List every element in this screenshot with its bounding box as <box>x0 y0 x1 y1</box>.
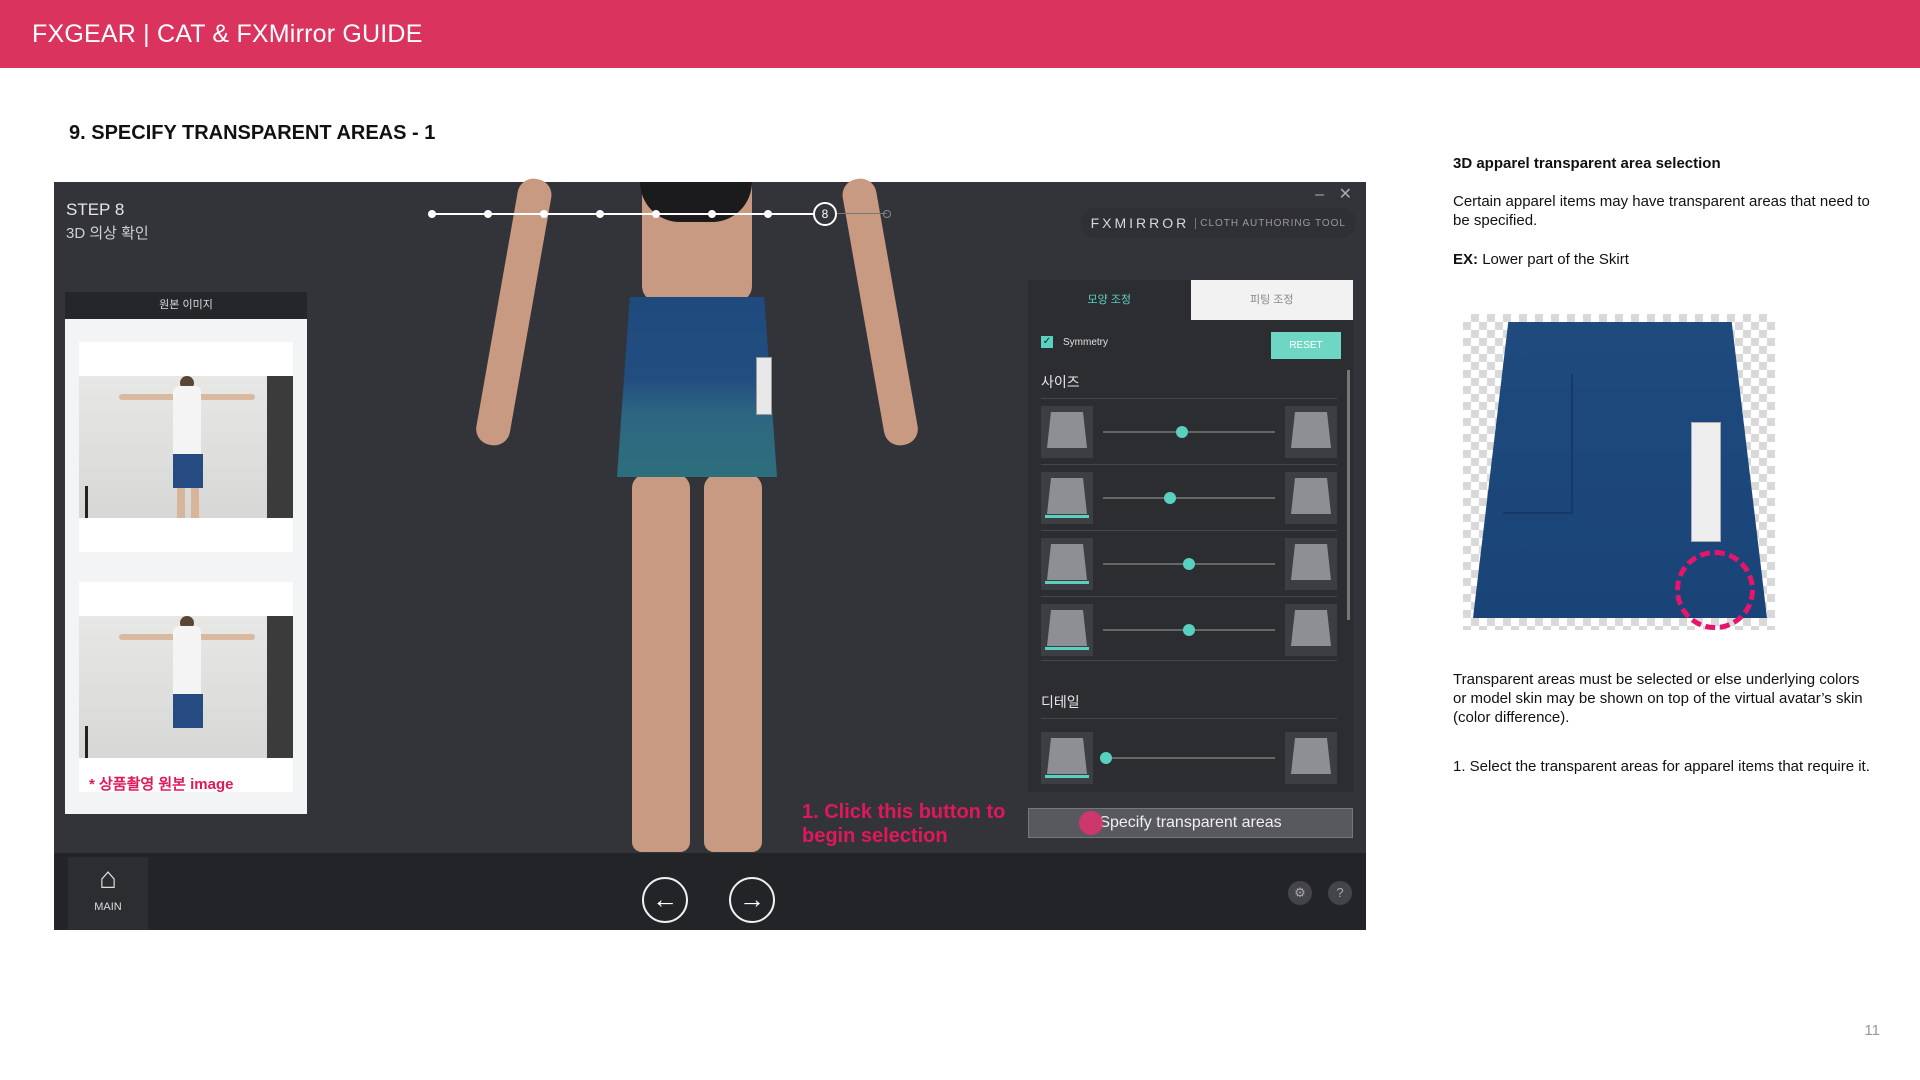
main-button[interactable]: ⌂ MAIN <box>68 857 148 930</box>
main-label: MAIN <box>94 901 122 913</box>
step-dot[interactable] <box>708 210 716 218</box>
size-slider[interactable] <box>1103 492 1275 504</box>
brand-logo: FXMIRROR CLOTH AUTHORING TOOL <box>1080 208 1356 238</box>
price-tag <box>756 357 772 415</box>
original-photo-back[interactable]: * 상품촬영 원본 image <box>79 582 293 793</box>
detail-slider[interactable] <box>1100 752 1275 764</box>
garment-hem-icon[interactable] <box>1041 732 1093 784</box>
checkbox-icon[interactable]: ✓ <box>1041 336 1053 348</box>
garment-hem-icon[interactable] <box>1285 472 1337 524</box>
garment-shape-icon[interactable] <box>1285 406 1337 458</box>
garment-hem-icon[interactable] <box>1285 732 1337 784</box>
garment-hem-icon[interactable] <box>1285 538 1337 590</box>
step-dot[interactable] <box>428 210 436 218</box>
step-dot-next[interactable] <box>883 210 891 218</box>
gear-icon: ⚙ <box>1294 885 1306 900</box>
step-title: STEP 8 <box>66 200 125 219</box>
tab-shape-adjust[interactable]: 모양 조정 <box>1028 280 1191 320</box>
avatar-3d-view[interactable] <box>460 176 940 852</box>
original-photo-front[interactable] <box>79 342 293 552</box>
current-step-indicator[interactable]: 8 <box>813 202 837 226</box>
slider-knob[interactable] <box>1100 752 1113 764</box>
detail-adjust-row <box>1041 732 1337 788</box>
size-adjust-row <box>1041 472 1337 528</box>
size-slider[interactable] <box>1103 624 1275 636</box>
garment-hem-icon[interactable] <box>1285 604 1337 656</box>
original-image-header: 원본 이미지 <box>65 292 307 319</box>
step-dot[interactable] <box>484 210 492 218</box>
slider-knob[interactable] <box>1164 492 1177 504</box>
skirt-example-image <box>1463 314 1775 630</box>
info-paragraph-1: Certain apparel items may have transpare… <box>1453 193 1870 229</box>
size-section-title: 사이즈 <box>1041 374 1080 390</box>
specify-transparent-areas-button[interactable]: Specify transparent areas <box>1028 808 1353 838</box>
info-example: EX: Lower part of the Skirt <box>1453 250 1873 269</box>
size-adjust-row <box>1041 406 1337 462</box>
slider-knob[interactable] <box>1176 426 1189 438</box>
size-slider[interactable] <box>1103 426 1275 438</box>
settings-button[interactable]: ⚙ <box>1288 881 1312 905</box>
symmetry-label: Symmetry <box>1063 336 1108 348</box>
size-slider[interactable] <box>1103 558 1275 570</box>
instruction-callout: 1. Click this button to begin selection <box>802 801 1006 847</box>
adjustment-panel: 모양 조정 피팅 조정 ✓ Symmetry RESET 사이즈 디테일 <box>1028 280 1353 792</box>
info-paragraph-3: 1. Select the transparent areas for appa… <box>1453 758 1870 775</box>
original-image-panel: 원본 이미지 * 상품촬영 원본 image <box>65 292 307 814</box>
step-progress: 8 <box>428 202 937 226</box>
garment-hem-icon[interactable] <box>1041 472 1093 524</box>
original-photo-caption: * 상품촬영 원본 image <box>89 776 234 793</box>
next-button[interactable]: → <box>729 877 775 923</box>
price-tag <box>1691 422 1721 542</box>
info-heading: 3D apparel transparent area selection <box>1453 155 1721 172</box>
panel-scrollbar[interactable] <box>1347 370 1350 620</box>
prev-button[interactable]: ← <box>642 877 688 923</box>
detail-section-title: 디테일 <box>1041 694 1080 710</box>
reset-button[interactable]: RESET <box>1271 332 1341 359</box>
symmetry-toggle[interactable]: ✓ Symmetry <box>1041 336 1108 348</box>
slider-knob[interactable] <box>1183 624 1195 636</box>
step-dot[interactable] <box>596 210 604 218</box>
avatar-left-leg <box>632 474 690 852</box>
header-bar: FXGEAR | CAT & FXMirror GUIDE <box>0 0 1920 68</box>
click-highlight-marker <box>1079 811 1103 835</box>
step-dot[interactable] <box>540 210 548 218</box>
avatar-skirt <box>617 297 777 477</box>
example-label: EX: <box>1453 251 1479 268</box>
brand-name: FXMIRROR <box>1090 215 1190 231</box>
brand-tagline: CLOTH AUTHORING TOOL <box>1195 217 1346 229</box>
garment-shape-icon[interactable] <box>1041 406 1093 458</box>
arrow-right-icon: → <box>739 884 765 914</box>
step-dot[interactable] <box>764 210 772 218</box>
arrow-left-icon: ← <box>652 884 678 914</box>
home-icon: ⌂ <box>98 862 118 895</box>
tab-fitting-adjust[interactable]: 피팅 조정 <box>1190 280 1353 320</box>
guide-title: FXGEAR | CAT & FXMirror GUIDE <box>32 20 423 48</box>
garment-hem-icon[interactable] <box>1041 538 1093 590</box>
page-number: 11 <box>1864 1022 1880 1039</box>
example-text: Lower part of the Skirt <box>1482 251 1629 268</box>
close-icon[interactable]: ✕ <box>1339 184 1352 204</box>
avatar-right-leg <box>704 474 762 852</box>
slider-knob[interactable] <box>1183 558 1195 570</box>
minimize-icon[interactable]: – <box>1315 186 1324 204</box>
bottom-toolbar: ⌂ MAIN ← → ⚙ ? <box>54 853 1366 930</box>
panel-tabs: 모양 조정 피팅 조정 <box>1028 280 1353 320</box>
help-button[interactable]: ? <box>1328 881 1352 905</box>
transparent-area-highlight <box>1675 550 1755 630</box>
size-adjust-row <box>1041 604 1337 660</box>
step-subtitle: 3D 의상 확인 <box>66 225 149 242</box>
step-dot[interactable] <box>652 210 660 218</box>
info-paragraph-2: Transparent areas must be selected or el… <box>1453 671 1863 726</box>
size-adjust-row <box>1041 538 1337 594</box>
section-title: 9. SPECIFY TRANSPARENT AREAS - 1 <box>69 122 436 144</box>
garment-hem-icon[interactable] <box>1041 604 1093 656</box>
